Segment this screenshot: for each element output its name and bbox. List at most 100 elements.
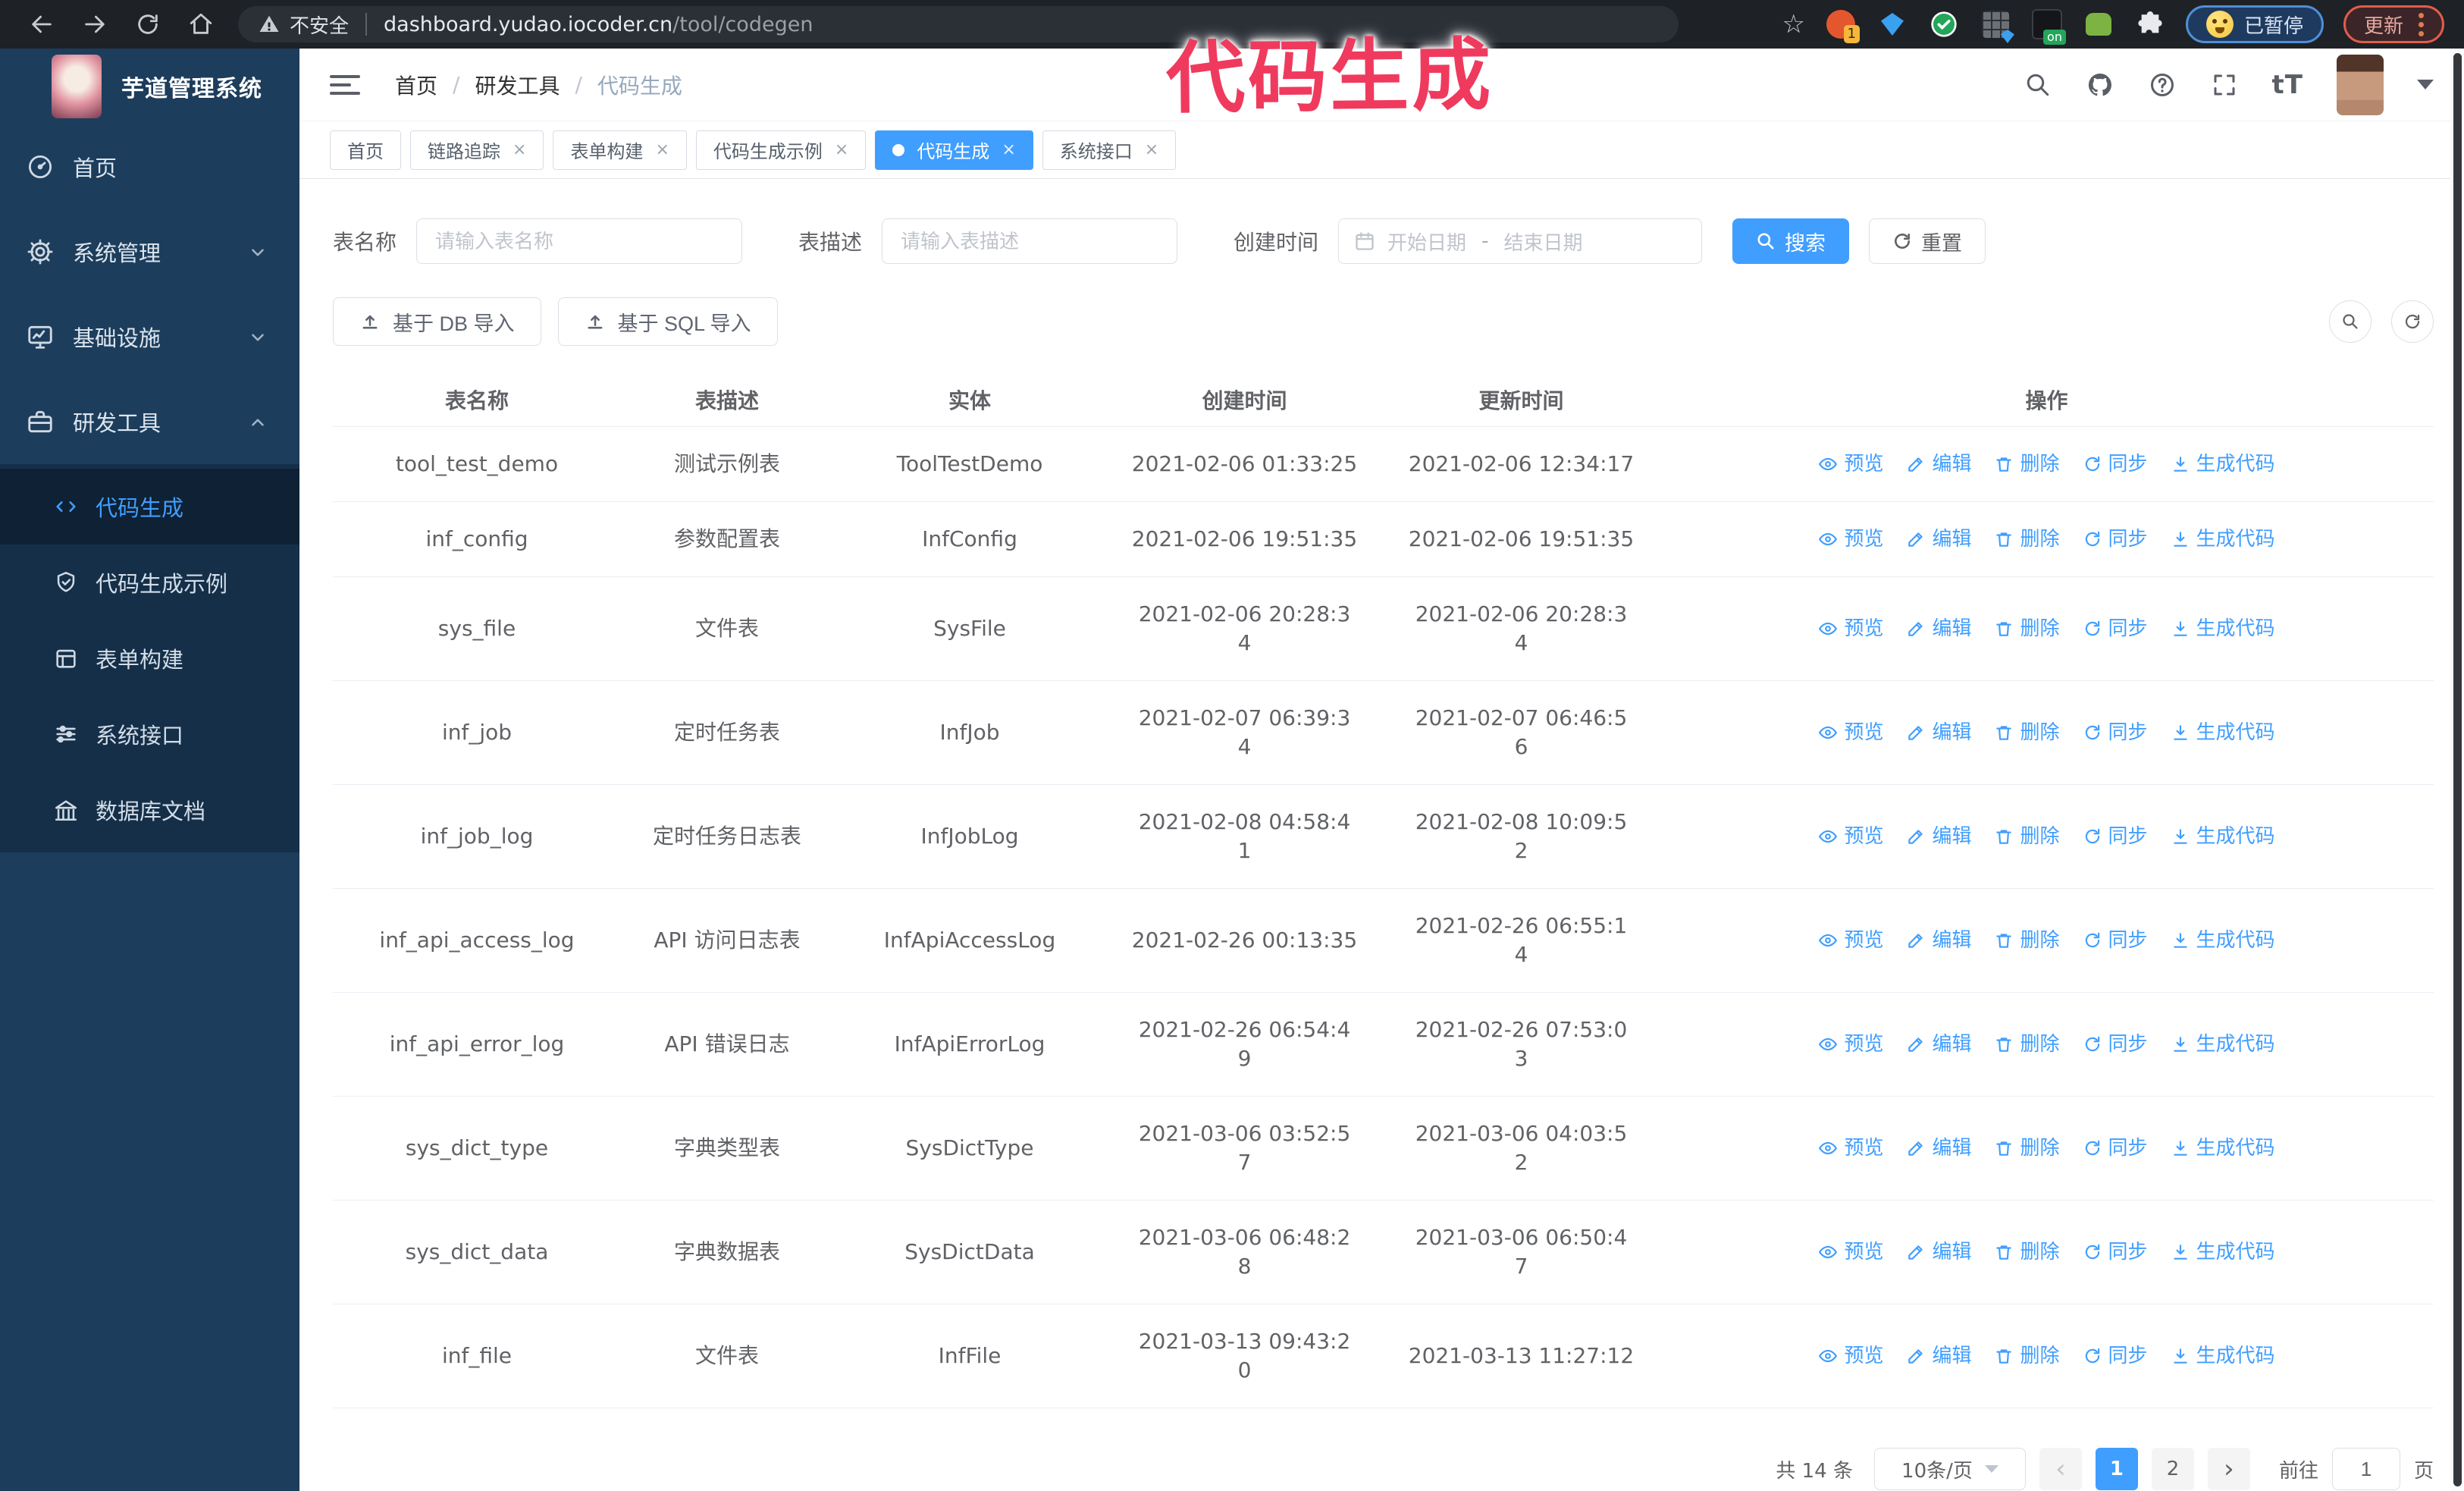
extension-green-check-icon[interactable] — [1928, 8, 1960, 40]
close-icon[interactable]: × — [655, 140, 669, 159]
url-host[interactable]: dashboard.yudao.iocoder.cn — [384, 13, 672, 36]
generate-code-link[interactable]: 生成代码 — [2171, 1134, 2275, 1163]
edit-link[interactable]: 编辑 — [1906, 525, 1971, 554]
extension-gem-icon[interactable] — [1876, 8, 1908, 40]
generate-code-link[interactable]: 生成代码 — [2171, 822, 2275, 851]
sync-link[interactable]: 同步 — [2083, 822, 2148, 851]
avatar[interactable] — [2337, 54, 2384, 115]
sync-link[interactable]: 同步 — [2083, 718, 2148, 747]
extension-on-icon[interactable]: on — [2031, 8, 2066, 45]
edit-link[interactable]: 编辑 — [1906, 718, 1971, 747]
close-icon[interactable]: × — [1002, 140, 1015, 159]
reload-icon[interactable] — [121, 3, 174, 46]
edit-link[interactable]: 编辑 — [1906, 1134, 1971, 1163]
sync-link[interactable]: 同步 — [2083, 1342, 2148, 1370]
generate-code-link[interactable]: 生成代码 — [2171, 718, 2275, 747]
generate-code-link[interactable]: 生成代码 — [2171, 450, 2275, 479]
sidebar-item-form-builder[interactable]: 表单构建 — [0, 620, 299, 696]
chevron-down-icon[interactable] — [2417, 80, 2434, 89]
preview-link[interactable]: 预览 — [1818, 450, 1883, 479]
preview-link[interactable]: 预览 — [1818, 614, 1883, 643]
next-page-button[interactable]: › — [2207, 1448, 2250, 1490]
sidebar-item-system-api[interactable]: 系统接口 — [0, 696, 299, 772]
edit-link[interactable]: 编辑 — [1906, 926, 1971, 955]
edit-link[interactable]: 编辑 — [1906, 1342, 1971, 1370]
table-name-input[interactable] — [416, 218, 743, 264]
search-circle-button[interactable] — [2329, 300, 2372, 343]
extensions-puzzle-icon[interactable] — [2134, 8, 2166, 40]
import-sql-button[interactable]: 基于 SQL 导入 — [557, 297, 778, 346]
fullscreen-icon[interactable] — [2210, 71, 2239, 99]
profile-paused-chip[interactable]: 已暂停 — [2185, 5, 2324, 43]
delete-link[interactable]: 删除 — [1994, 822, 2060, 851]
url-path[interactable]: /tool/codegen — [672, 13, 813, 36]
extension-grid-icon[interactable] — [1980, 8, 2014, 43]
sync-link[interactable]: 同步 — [2083, 525, 2148, 554]
scrollbar[interactable] — [2450, 49, 2464, 1491]
breadcrumb-devtools[interactable]: 研发工具 — [475, 70, 560, 100]
sidebar-item-devtools[interactable]: 研发工具 — [0, 379, 299, 464]
browser-menu-dots-icon[interactable] — [2419, 12, 2424, 36]
delete-link[interactable]: 删除 — [1994, 1030, 2060, 1059]
generate-code-link[interactable]: 生成代码 — [2171, 926, 2275, 955]
sync-link[interactable]: 同步 — [2083, 614, 2148, 643]
prev-page-button[interactable]: ‹ — [2039, 1448, 2082, 1490]
delete-link[interactable]: 删除 — [1994, 450, 2060, 479]
browser-update-chip[interactable]: 更新 — [2343, 5, 2444, 43]
edit-link[interactable]: 编辑 — [1906, 1030, 1971, 1059]
date-range-picker[interactable]: 开始日期 - 结束日期 — [1338, 218, 1703, 264]
table-desc-input[interactable] — [882, 218, 1178, 264]
logo-row[interactable]: 芋道管理系统 — [0, 49, 299, 124]
preview-link[interactable]: 预览 — [1818, 1134, 1883, 1163]
generate-code-link[interactable]: 生成代码 — [2171, 1030, 2275, 1059]
edit-link[interactable]: 编辑 — [1906, 1238, 1971, 1267]
close-icon[interactable]: × — [835, 140, 848, 159]
security-label[interactable]: 不安全 — [290, 11, 349, 39]
generate-code-link[interactable]: 生成代码 — [2171, 1238, 2275, 1267]
font-size-icon[interactable]: tT — [2272, 70, 2303, 100]
help-icon[interactable] — [2148, 71, 2177, 99]
generate-code-link[interactable]: 生成代码 — [2171, 614, 2275, 643]
breadcrumb-home[interactable]: 首页 — [395, 70, 437, 100]
generate-code-link[interactable]: 生成代码 — [2171, 1342, 2275, 1370]
preview-link[interactable]: 预览 — [1818, 1238, 1883, 1267]
sync-link[interactable]: 同步 — [2083, 450, 2148, 479]
delete-link[interactable]: 删除 — [1994, 1238, 2060, 1267]
import-db-button[interactable]: 基于 DB 导入 — [333, 297, 541, 346]
edit-link[interactable]: 编辑 — [1906, 614, 1971, 643]
sync-link[interactable]: 同步 — [2083, 1238, 2148, 1267]
bookmark-star-icon[interactable]: ☆ — [1782, 11, 1804, 37]
preview-link[interactable]: 预览 — [1818, 822, 1883, 851]
edit-link[interactable]: 编辑 — [1906, 822, 1971, 851]
page-size-select[interactable]: 10条/页 — [1873, 1448, 2026, 1490]
search-button[interactable]: 搜索 — [1732, 218, 1850, 264]
extension-orange-icon[interactable]: 1 — [1825, 8, 1860, 43]
delete-link[interactable]: 删除 — [1994, 926, 2060, 955]
generate-code-link[interactable]: 生成代码 — [2171, 525, 2275, 554]
sidebar-item-system[interactable]: 系统管理 — [0, 209, 299, 294]
forward-icon[interactable] — [68, 3, 121, 46]
preview-link[interactable]: 预览 — [1818, 525, 1883, 554]
back-icon[interactable] — [15, 3, 68, 46]
sidebar-item-home[interactable]: 首页 — [0, 124, 299, 209]
scrollbar-thumb[interactable] — [2453, 53, 2462, 1486]
preview-link[interactable]: 预览 — [1818, 718, 1883, 747]
sidebar-item-codegen[interactable]: 代码生成 — [0, 469, 299, 545]
home-icon[interactable] — [174, 3, 227, 46]
delete-link[interactable]: 删除 — [1994, 614, 2060, 643]
tab-codegen-demo[interactable]: 代码生成示例 × — [695, 130, 867, 170]
reset-button[interactable]: 重置 — [1869, 218, 1986, 264]
preview-link[interactable]: 预览 — [1818, 1342, 1883, 1370]
tab-form-builder[interactable]: 表单构建 × — [553, 130, 687, 170]
tab-trace[interactable]: 链路追踪 × — [410, 130, 544, 170]
page-button-1[interactable]: 1 — [2095, 1448, 2138, 1490]
delete-link[interactable]: 删除 — [1994, 525, 2060, 554]
sync-link[interactable]: 同步 — [2083, 926, 2148, 955]
extension-robot-icon[interactable] — [2083, 8, 2114, 40]
sync-link[interactable]: 同步 — [2083, 1030, 2148, 1059]
tab-codegen[interactable]: 代码生成 × — [875, 130, 1033, 170]
sync-link[interactable]: 同步 — [2083, 1134, 2148, 1163]
preview-link[interactable]: 预览 — [1818, 926, 1883, 955]
menu-collapse-icon[interactable] — [330, 72, 360, 98]
delete-link[interactable]: 删除 — [1994, 718, 2060, 747]
